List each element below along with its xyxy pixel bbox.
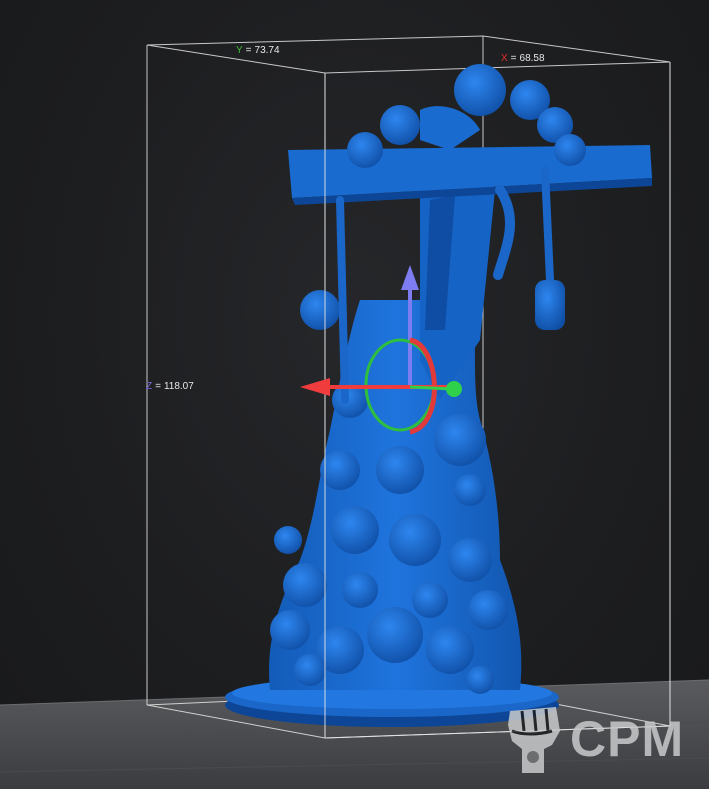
dimension-label-z: Z = 118.07 <box>146 381 194 392</box>
dimension-label-x: X = 68.58 <box>501 53 545 64</box>
watermark-text: CPM <box>570 711 685 767</box>
dimension-value-y: 73.74 <box>254 45 280 56</box>
scene-canvas[interactable] <box>0 0 709 789</box>
3d-viewport[interactable]: Y = 73.74 X = 68.58 Z = 118.07 CPM <box>0 0 709 789</box>
axis-letter-z: Z <box>146 381 153 392</box>
raised-fist-icon <box>508 707 560 773</box>
x-axis-arrow-head <box>300 378 330 396</box>
y-axis-handle <box>446 381 462 397</box>
dimension-value-z: 118.07 <box>163 381 194 392</box>
watermark: CPM <box>500 700 705 778</box>
z-axis-arrow-head <box>401 265 419 290</box>
axis-letter-x: X <box>501 53 508 64</box>
y-axis-line <box>409 385 453 391</box>
model-mesh[interactable] <box>225 64 652 727</box>
dimension-value-x: 68.58 <box>519 53 545 64</box>
dimension-label-y: Y = 73.74 <box>236 45 280 56</box>
axis-letter-y: Y <box>236 45 243 56</box>
